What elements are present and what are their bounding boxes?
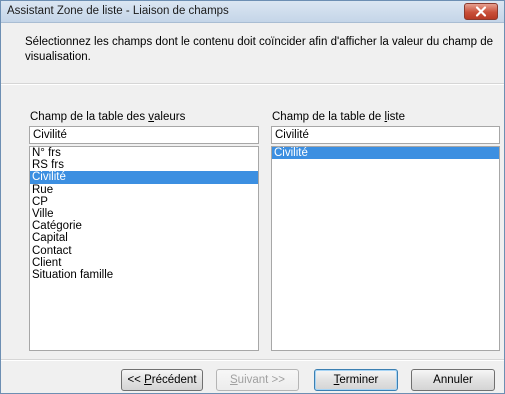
window-title: Assistant Zone de liste - Liaison de cha… — [7, 5, 229, 17]
previous-button[interactable]: << Précédent — [121, 369, 203, 391]
list-item[interactable]: Capital — [30, 232, 258, 244]
value-table-field-label: Champ de la table des valeurs — [30, 111, 186, 123]
finish-button[interactable]: Terminer — [314, 369, 398, 391]
close-button[interactable] — [464, 3, 498, 20]
list-item[interactable]: Rue — [30, 184, 258, 196]
value-table-field-list[interactable]: N° frs RS frs Civilité Rue CP Ville Catégorie C… — [29, 146, 259, 351]
list-item[interactable]: CP — [30, 196, 258, 208]
list-item[interactable]: RS frs — [30, 159, 258, 171]
list-item[interactable]: N° frs — [30, 147, 258, 159]
list-table-field-list[interactable]: Civilité — [271, 146, 500, 351]
title-bar: Assistant Zone de liste - Liaison de cha… — [1, 1, 504, 23]
instruction-text: Sélectionnez les champs dont le contenu … — [25, 36, 494, 63]
list-item[interactable]: Civilité — [30, 171, 258, 184]
list-table-field-label: Champ de la table de liste — [272, 111, 405, 123]
footer-divider — [1, 359, 504, 361]
list-item[interactable]: Civilité — [272, 147, 499, 160]
list-item[interactable]: Catégorie — [30, 220, 258, 232]
list-item[interactable]: Contact — [30, 245, 258, 257]
list-item[interactable]: Client — [30, 257, 258, 269]
list-item[interactable]: Situation famille — [30, 269, 258, 281]
close-icon — [475, 6, 487, 17]
list-item[interactable]: Ville — [30, 208, 258, 220]
next-button[interactable]: Suivant >> — [216, 369, 299, 391]
dialog-window: Assistant Zone de liste - Liaison de cha… — [0, 0, 505, 394]
cancel-button[interactable]: Annuler — [411, 369, 495, 391]
header-divider — [1, 83, 504, 85]
list-table-field-input[interactable]: Civilité — [271, 126, 500, 144]
value-table-field-input[interactable]: Civilité — [29, 126, 259, 144]
